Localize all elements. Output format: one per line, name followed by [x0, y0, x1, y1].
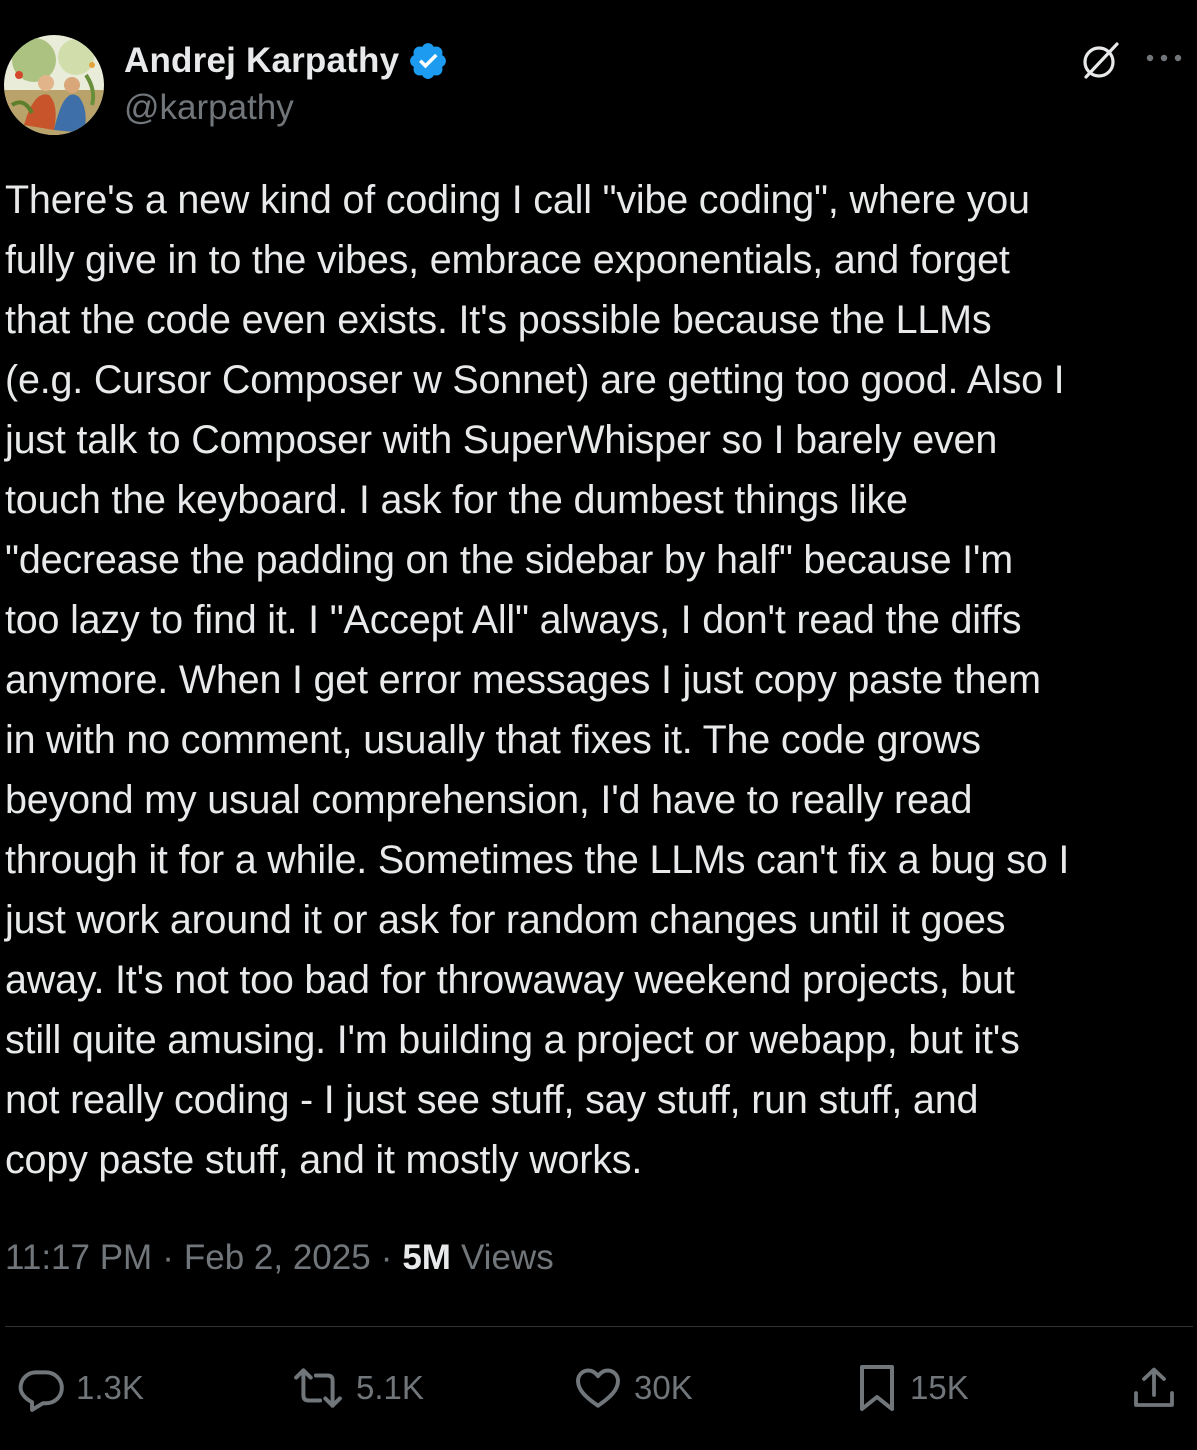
bookmark-icon: [854, 1362, 900, 1414]
grok-button[interactable]: [1074, 36, 1128, 90]
repost-icon: [290, 1363, 346, 1413]
action-bar: 1.3K 5.1K 30K 15K: [0, 1356, 1197, 1420]
reply-button[interactable]: 1.3K: [16, 1356, 144, 1420]
heart-icon: [572, 1363, 624, 1413]
author-handle[interactable]: @karpathy: [124, 88, 294, 128]
verified-badge-icon[interactable]: [407, 40, 449, 82]
tweet-date[interactable]: Feb 2, 2025: [184, 1238, 371, 1278]
more-icon: [1144, 51, 1184, 69]
avatar[interactable]: [4, 35, 104, 135]
like-count: 30K: [634, 1369, 693, 1406]
meta-separator: ·: [162, 1238, 174, 1277]
views-label: Views: [460, 1238, 554, 1277]
grok-icon: [1079, 39, 1123, 88]
views-count[interactable]: 5M: [402, 1238, 451, 1278]
tweet-time[interactable]: 11:17 PM: [5, 1238, 152, 1278]
tweet-text: There's a new kind of coding I call "vib…: [5, 178, 1070, 1182]
bookmark-count: 15K: [910, 1369, 969, 1406]
repost-button[interactable]: 5.1K: [290, 1356, 424, 1420]
author-name-row: Andrej Karpathy: [124, 38, 449, 84]
author-name[interactable]: Andrej Karpathy: [124, 41, 399, 81]
tweet-meta: 11:17 PM · Feb 2, 2025 · 5M Views: [5, 1232, 554, 1284]
reply-icon: [16, 1363, 66, 1413]
like-button[interactable]: 30K: [572, 1356, 693, 1420]
divider: [5, 1326, 1193, 1327]
share-button[interactable]: [1130, 1356, 1178, 1420]
reply-count: 1.3K: [76, 1369, 144, 1406]
more-options-button[interactable]: [1142, 40, 1186, 80]
share-icon: [1130, 1363, 1178, 1413]
meta-separator: ·: [380, 1238, 393, 1277]
repost-count: 5.1K: [356, 1369, 424, 1406]
bookmark-button[interactable]: 15K: [854, 1356, 969, 1420]
